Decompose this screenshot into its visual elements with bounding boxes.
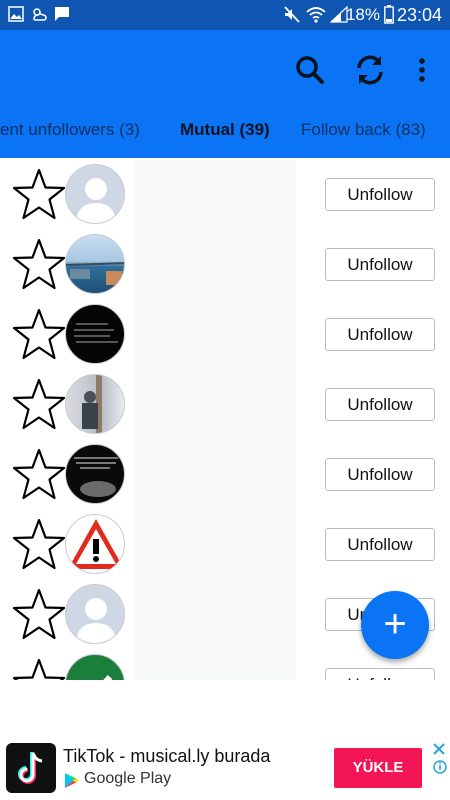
- tiktok-app-icon[interactable]: [6, 743, 56, 793]
- list-item: Unfollow: [0, 370, 450, 440]
- mute-icon: [284, 6, 300, 23]
- list-item: Unfollow: [0, 230, 450, 300]
- search-icon[interactable]: [290, 50, 330, 90]
- google-play-icon: [65, 773, 79, 788]
- star-icon[interactable]: [12, 238, 66, 290]
- avatar[interactable]: [65, 234, 125, 294]
- unfollow-button[interactable]: Unfollow: [325, 248, 435, 281]
- avatar[interactable]: [65, 304, 125, 364]
- ad-banner[interactable]: TikTok - musical.ly burada Google Play Y…: [0, 680, 450, 800]
- star-icon[interactable]: [12, 518, 66, 570]
- tab-follow-back[interactable]: Follow back (83): [301, 120, 426, 140]
- status-bar: 18% 23:04: [0, 0, 450, 30]
- avatar[interactable]: [65, 514, 125, 574]
- avatar[interactable]: [65, 444, 125, 504]
- add-fab-button[interactable]: +: [361, 591, 429, 659]
- wifi-icon: [306, 7, 326, 23]
- unfollow-button[interactable]: Unfollow: [325, 458, 435, 491]
- message-icon: [55, 7, 69, 21]
- avatar[interactable]: [65, 374, 125, 434]
- clock: 23:04: [396, 5, 442, 25]
- unfollow-button[interactable]: Unfollow: [325, 388, 435, 421]
- install-button[interactable]: YÜKLE: [334, 748, 422, 788]
- refresh-icon[interactable]: [350, 50, 390, 90]
- tab-bar: ent unfollowers (3) Mutual (39) Follow b…: [0, 105, 450, 155]
- gallery-icon: [8, 6, 24, 22]
- list-item: Unfollow: [0, 300, 450, 370]
- unfollow-button[interactable]: Unfollow: [325, 528, 435, 561]
- battery-percent: 18%: [345, 5, 380, 24]
- star-icon[interactable]: [12, 378, 66, 430]
- star-icon[interactable]: [12, 588, 66, 640]
- adchoices-icon[interactable]: [432, 742, 448, 782]
- list-item: Unfollow: [0, 510, 450, 580]
- avatar[interactable]: [65, 164, 125, 224]
- tab-mutual[interactable]: Mutual (39): [180, 120, 270, 140]
- avatar[interactable]: [65, 654, 125, 680]
- star-icon[interactable]: [12, 448, 66, 500]
- list-item: Unfollow: [0, 440, 450, 510]
- unfollow-button[interactable]: Unfollow: [325, 178, 435, 211]
- star-icon[interactable]: [12, 168, 66, 220]
- tab-recent-unfollowers[interactable]: ent unfollowers (3): [0, 120, 140, 140]
- more-vert-icon[interactable]: [402, 50, 442, 90]
- ad-title[interactable]: TikTok - musical.ly burada: [63, 746, 270, 767]
- avatar[interactable]: [65, 584, 125, 644]
- star-icon[interactable]: [12, 658, 66, 680]
- unfollow-button[interactable]: Unfollow: [325, 668, 435, 680]
- battery-icon: [384, 5, 394, 24]
- unfollow-button[interactable]: Unfollow: [325, 318, 435, 351]
- star-icon[interactable]: [12, 308, 66, 360]
- list-item: Unfollow: [0, 160, 450, 230]
- ad-store-label: Google Play: [84, 770, 172, 787]
- weather-icon: [33, 8, 47, 21]
